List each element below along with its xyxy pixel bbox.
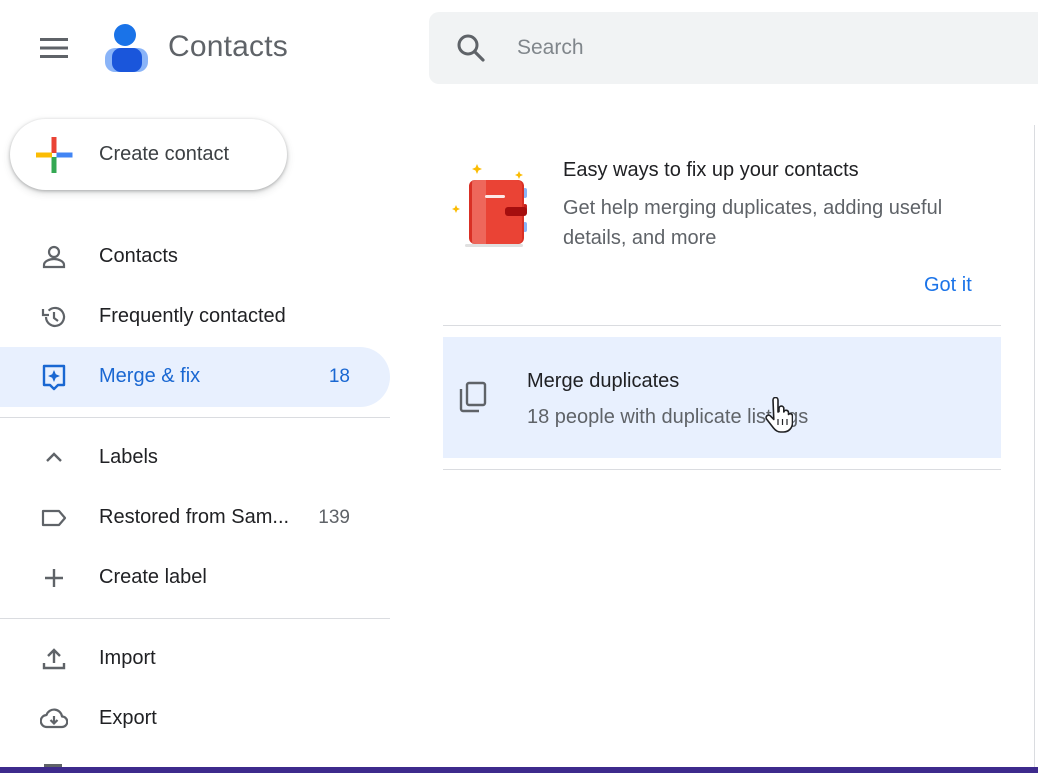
label-icon: [41, 509, 67, 527]
promo-description: Get help merging duplicates, adding usef…: [563, 197, 943, 249]
label-count: 139: [318, 507, 350, 528]
import-button[interactable]: Import: [0, 629, 390, 689]
sidebar-divider: [0, 417, 390, 418]
window-bottom-edge: [0, 767, 1038, 773]
create-label-text: Create label: [99, 566, 207, 588]
plus-icon: [36, 137, 73, 173]
promo-title: Easy ways to fix up your contacts: [563, 159, 859, 181]
import-label: Import: [99, 647, 156, 669]
sidebar-item-label: Contacts: [99, 245, 178, 267]
chevron-up-icon: [46, 452, 62, 462]
merge-duplicates-card[interactable]: Merge duplicates 18 people with duplicat…: [443, 337, 1001, 458]
content-border: [1034, 125, 1035, 773]
labels-header: Labels: [99, 446, 158, 468]
person-icon: [42, 245, 66, 269]
sidebar-item-label: Merge & fix: [99, 365, 201, 387]
sidebar-item-merge-fix[interactable]: Merge & fix 18: [0, 347, 390, 407]
app-title: Contacts: [168, 30, 288, 63]
promo-divider: [443, 325, 1001, 326]
create-contact-label: Create contact: [99, 143, 230, 165]
sidebar-divider: [0, 618, 390, 619]
search-input[interactable]: [517, 28, 1017, 68]
labels-section-toggle[interactable]: Labels: [0, 428, 390, 488]
export-label: Export: [99, 707, 157, 729]
card-divider: [443, 469, 1001, 470]
menu-icon: [40, 38, 68, 58]
sidebar-item-frequently-contacted[interactable]: Frequently contacted: [0, 287, 390, 347]
sidebar-item-label-restored[interactable]: Restored from Sam... 139: [0, 488, 390, 548]
merge-duplicates-title: Merge duplicates: [527, 370, 680, 392]
sidebar-item-label: Frequently contacted: [99, 305, 286, 327]
merge-fix-count: 18: [328, 366, 350, 387]
export-button[interactable]: Export: [0, 689, 390, 749]
sidebar-item-label: Restored from Sam...: [99, 506, 290, 528]
address-book-illustration: [452, 164, 527, 247]
cloud-download-icon: [40, 708, 68, 729]
upload-icon: [42, 648, 66, 670]
main-menu-button[interactable]: [36, 34, 72, 62]
hand-pointer-icon: [765, 397, 793, 433]
got-it-button[interactable]: Got it: [924, 274, 972, 297]
search-bar[interactable]: [429, 12, 1038, 84]
search-icon[interactable]: [455, 32, 487, 64]
add-icon: [45, 569, 63, 587]
sidebar-item-contacts[interactable]: Contacts: [0, 227, 390, 287]
create-contact-button[interactable]: Create contact: [10, 119, 287, 190]
merge-fix-icon: [42, 364, 66, 391]
create-label-button[interactable]: Create label: [0, 548, 390, 608]
history-icon: [41, 306, 66, 327]
app-logo[interactable]: [102, 22, 152, 74]
contacts-logo-icon: [105, 24, 148, 72]
copy-icon: [459, 381, 487, 413]
